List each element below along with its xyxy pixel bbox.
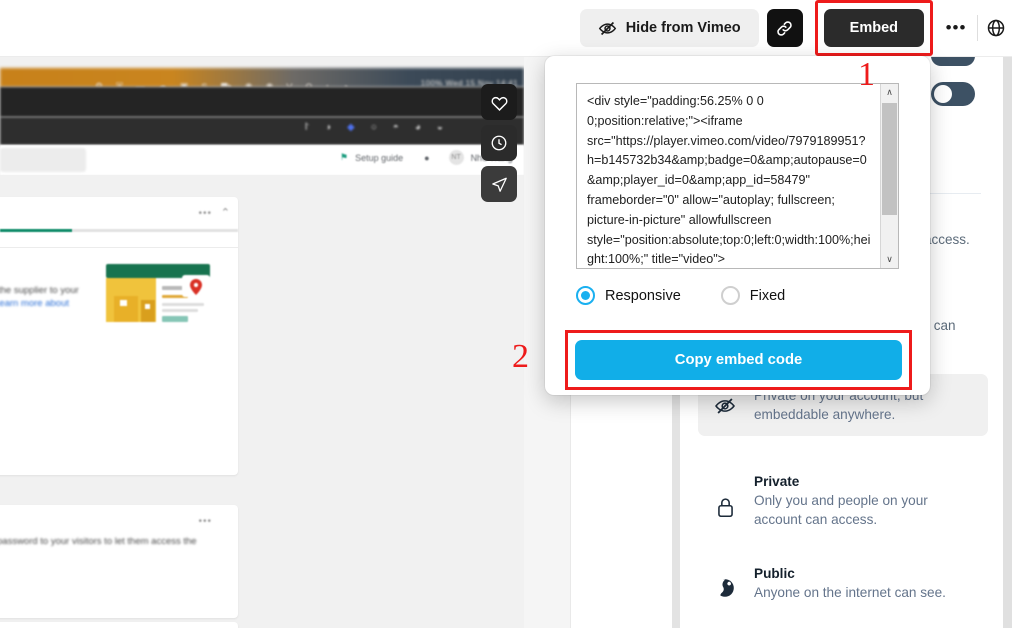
embed-popover: <div style="padding:56.25% 0 0 0;positio… xyxy=(545,56,930,395)
embed-code-textarea[interactable]: <div style="padding:56.25% 0 0 0;positio… xyxy=(577,84,880,268)
app-right-gutter xyxy=(238,175,524,628)
annotation-step-1: 1 xyxy=(858,56,875,93)
radio-fixed-label[interactable]: Fixed xyxy=(750,288,785,304)
card-text-line1: the supplier to your xyxy=(0,285,79,296)
flag-icon: ⚑ xyxy=(340,152,349,162)
privacy-option-desc: Only you and people on your account can … xyxy=(754,493,928,527)
scrollbar-thumb[interactable] xyxy=(882,103,897,215)
card-illustration xyxy=(104,262,218,334)
browser-tab-icons: ⨡ ◑ ◆ ○ ◓ ◕ ◒ xyxy=(305,122,443,133)
partial-text-access: access. xyxy=(924,232,970,247)
privacy-option-body: Public Anyone on the internet can see. xyxy=(754,564,946,602)
toggle-upper[interactable] xyxy=(931,56,975,66)
card-password-text: password to your visitors to let them ac… xyxy=(0,536,197,547)
embed-button-highlight: Embed xyxy=(814,0,933,56)
page-scrollbar[interactable] xyxy=(1003,56,1012,628)
chain-link-icon xyxy=(775,19,794,38)
copy-button-highlight: Copy embed code xyxy=(565,330,912,390)
globe-icon[interactable] xyxy=(986,9,1008,47)
screen-root: ⚙⛨▬☁ ▣S⛟◉ ◉VΩ↕◔ 100% Wed 15 Nov 14:41 ⨡◑… xyxy=(0,0,1012,628)
send-icon[interactable] xyxy=(481,166,517,202)
copy-link-button[interactable] xyxy=(766,9,803,47)
app-card-password: ••• xyxy=(0,505,238,618)
hide-from-vimeo-button[interactable]: Hide from Vimeo xyxy=(579,9,759,47)
toggle-embed-permission[interactable] xyxy=(931,82,975,106)
app-search-field xyxy=(0,148,86,172)
toolbar-separator xyxy=(977,15,978,41)
clock-icon[interactable] xyxy=(481,125,517,161)
setup-guide-label: Setup guide xyxy=(355,152,404,163)
privacy-toggles xyxy=(931,56,975,106)
avatar: NT xyxy=(448,150,464,165)
privacy-option-body: Private Only you and people on your acco… xyxy=(754,472,978,529)
top-toolbar: Hide from Vimeo Embed ••• xyxy=(0,0,1012,57)
more-options-button[interactable]: ••• xyxy=(943,9,969,47)
app-card-third: ••• xyxy=(0,622,238,628)
scroll-up-icon[interactable]: ∧ xyxy=(881,84,898,101)
card-menu-icon: ••• xyxy=(198,208,212,219)
video-preview[interactable]: ⚙⛨▬☁ ▣S⛟◉ ◉VΩ↕◔ 100% Wed 15 Nov 14:41 ⨡◑… xyxy=(0,0,524,628)
scroll-down-icon[interactable]: ∨ xyxy=(881,251,898,268)
privacy-option-private[interactable]: Private Only you and people on your acco… xyxy=(698,460,988,541)
eye-slash-icon xyxy=(598,19,617,38)
app-card-supplier: ••• ⌃ xyxy=(0,197,238,475)
video-action-buttons[interactable] xyxy=(481,84,517,207)
globe-icon xyxy=(712,564,738,602)
radio-responsive[interactable] xyxy=(576,286,595,305)
embed-code-box[interactable]: <div style="padding:56.25% 0 0 0;positio… xyxy=(576,83,899,269)
card-divider xyxy=(0,247,238,248)
privacy-option-desc: Anyone on the internet can see. xyxy=(754,585,946,600)
privacy-option-title: Public xyxy=(754,566,795,581)
lock-icon xyxy=(712,472,738,529)
card-menu-icon: ••• xyxy=(198,516,212,527)
card-collapse-icon: ⌃ xyxy=(220,207,230,219)
radio-fixed[interactable] xyxy=(720,286,740,305)
browser-chrome xyxy=(0,87,524,117)
heart-icon[interactable] xyxy=(481,84,517,120)
card-progress-bar xyxy=(0,229,238,232)
privacy-option-public[interactable]: Public Anyone on the internet can see. xyxy=(698,552,988,614)
bell-icon: ● xyxy=(424,152,430,163)
embed-code-scrollbar[interactable]: ∧ ∨ xyxy=(880,84,898,268)
hide-from-vimeo-label: Hide from Vimeo xyxy=(625,20,741,36)
browser-tabstrip xyxy=(0,117,524,145)
radio-responsive-label[interactable]: Responsive xyxy=(605,288,681,304)
annotation-step-2: 2 xyxy=(512,338,529,375)
privacy-option-title: Private xyxy=(754,474,800,489)
copy-embed-code-button[interactable]: Copy embed code xyxy=(575,340,902,380)
card-text-link: Learn more about xyxy=(0,298,69,309)
embed-size-options: Responsive Fixed xyxy=(576,286,785,305)
embed-button[interactable]: Embed xyxy=(823,9,924,47)
